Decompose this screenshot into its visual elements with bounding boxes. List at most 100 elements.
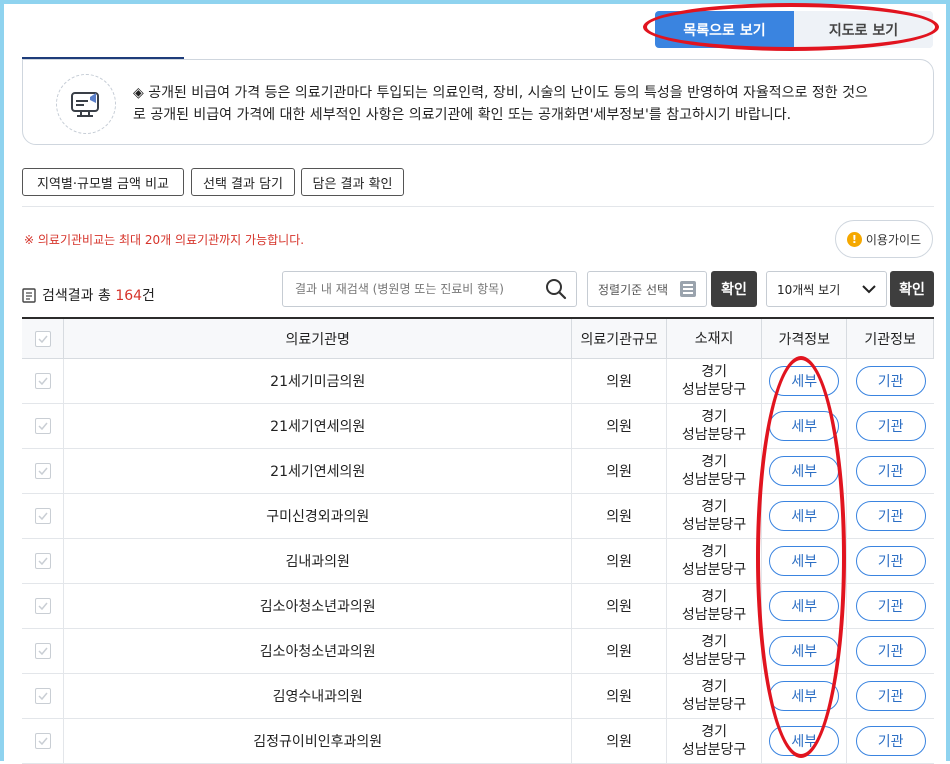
hospital-name: 21세기연세의원 <box>64 449 573 493</box>
sort-select[interactable]: 정렬기준 선택 <box>587 271 707 307</box>
row-checkbox[interactable] <box>34 373 51 389</box>
row-checkbox[interactable] <box>34 508 51 524</box>
usage-guide-label: 이용가이드 <box>865 232 922 247</box>
header-org-info: 기관정보 <box>847 319 935 358</box>
region-scale-compare-button[interactable]: 지역별·규모별 금액 비교 <box>22 168 184 196</box>
sort-confirm-button[interactable]: 확인 <box>711 271 757 307</box>
price-info-cell: 세부 <box>762 584 848 628</box>
price-info-cell: 세부 <box>762 449 848 493</box>
per-page-value: 10개씩 보기 <box>777 282 841 297</box>
select-all-checkbox[interactable] <box>34 330 51 347</box>
detail-button[interactable]: 세부 <box>769 411 840 441</box>
hospital-location-cell: 경기 성남분당구 <box>667 584 763 628</box>
results-table: 의료기관명 의료기관규모 소재지 가격정보 기관정보 21세기미금의원 의원 경기 … <box>22 317 935 764</box>
org-info-cell: 기관 <box>847 494 934 538</box>
row-select-cell <box>22 584 65 628</box>
hospital-size: 의원 <box>572 584 667 628</box>
org-info-button[interactable]: 기관 <box>855 366 926 396</box>
monitor-megaphone-icon <box>56 74 116 134</box>
detail-button[interactable]: 세부 <box>769 456 840 486</box>
row-checkbox[interactable] <box>34 643 51 659</box>
detail-button[interactable]: 세부 <box>769 366 840 396</box>
list-document-icon <box>22 287 36 303</box>
row-select-cell <box>22 404 65 448</box>
divider <box>22 206 934 207</box>
sort-select-label: 정렬기준 선택 <box>598 282 669 297</box>
table-row: 김정규이비인후과의원 의원 경기 성남분당구 세부 기관 <box>22 719 934 764</box>
row-checkbox[interactable] <box>34 733 51 749</box>
org-info-cell: 기관 <box>847 629 934 673</box>
notice-line-2: 로 공개된 비급여 가격에 대한 세부적인 사항은 의료기관에 확인 또는 공개… <box>133 107 792 123</box>
table-row: 21세기미금의원 의원 경기 성남분당구 세부 기관 <box>22 359 934 404</box>
price-info-cell: 세부 <box>762 719 848 763</box>
header-price-info: 가격정보 <box>762 319 848 358</box>
row-checkbox[interactable] <box>34 598 51 614</box>
map-view-button[interactable]: 지도로 보기 <box>794 11 933 48</box>
result-count: 검색결과 총 164건 <box>22 285 155 305</box>
org-info-cell: 기관 <box>847 404 934 448</box>
result-count-suffix: 건 <box>142 288 155 304</box>
org-info-cell: 기관 <box>847 719 934 763</box>
hospital-location-cell: 경기 성남분당구 <box>667 719 763 763</box>
search-icon[interactable] <box>544 277 568 301</box>
table-header: 의료기관명 의료기관규모 소재지 가격정보 기관정보 <box>22 319 935 359</box>
detail-button[interactable]: 세부 <box>769 546 840 576</box>
org-info-button[interactable]: 기관 <box>855 501 926 531</box>
table-row: 김내과의원 의원 경기 성남분당구 세부 기관 <box>22 539 934 584</box>
hospital-location: 경기 성남분당구 <box>681 409 747 443</box>
org-info-button[interactable]: 기관 <box>855 456 926 486</box>
detail-button[interactable]: 세부 <box>769 591 840 621</box>
org-info-cell: 기관 <box>847 359 934 403</box>
org-info-button[interactable]: 기관 <box>855 636 926 666</box>
usage-guide-button[interactable]: ! 이용가이드 <box>835 220 933 258</box>
hospital-size: 의원 <box>572 494 667 538</box>
table-row: 김소아청소년과의원 의원 경기 성남분당구 세부 기관 <box>22 584 934 629</box>
per-page-select[interactable]: 10개씩 보기 <box>766 271 887 307</box>
row-checkbox[interactable] <box>34 418 51 434</box>
add-selected-button[interactable]: 선택 결과 담기 <box>191 168 295 196</box>
hospital-size: 의원 <box>572 359 667 403</box>
row-checkbox[interactable] <box>34 688 51 704</box>
hospital-name: 김소아청소년과의원 <box>64 584 573 628</box>
detail-button[interactable]: 세부 <box>769 681 840 711</box>
row-select-cell <box>22 629 65 673</box>
row-checkbox[interactable] <box>34 463 51 479</box>
hospital-location: 경기 성남분당구 <box>681 454 747 488</box>
hospital-location: 경기 성남분당구 <box>681 364 747 398</box>
header-name: 의료기관명 <box>64 319 573 358</box>
table-row: 김영수내과의원 의원 경기 성남분당구 세부 기관 <box>22 674 934 719</box>
table-row: 21세기연세의원 의원 경기 성남분당구 세부 기관 <box>22 404 934 449</box>
org-info-button[interactable]: 기관 <box>855 726 926 756</box>
detail-button[interactable]: 세부 <box>769 726 840 756</box>
hospital-name: 구미신경외과의원 <box>64 494 573 538</box>
table-row: 김소아청소년과의원 의원 경기 성남분당구 세부 기관 <box>22 629 934 674</box>
re-search-input[interactable] <box>293 273 544 305</box>
row-select-cell <box>22 539 65 583</box>
row-checkbox[interactable] <box>34 553 51 569</box>
table-body: 21세기미금의원 의원 경기 성남분당구 세부 기관 21세기연세의원 의원 경기 성남분당구… <box>22 359 934 764</box>
hospital-location: 경기 성남분당구 <box>681 679 747 713</box>
notice-box: ◈ 공개된 비급여 가격 등은 의료기관마다 투입되는 의료인력, 장비, 시술… <box>22 59 934 145</box>
detail-button[interactable]: 세부 <box>769 501 840 531</box>
list-icon <box>680 281 696 297</box>
hospital-location: 경기 성남분당구 <box>681 634 747 668</box>
org-info-button[interactable]: 기관 <box>855 411 926 441</box>
table-row: 구미신경외과의원 의원 경기 성남분당구 세부 기관 <box>22 494 934 539</box>
row-select-cell <box>22 719 65 763</box>
hospital-name: 김정규이비인후과의원 <box>64 719 573 763</box>
per-page-confirm-button[interactable]: 확인 <box>890 271 934 307</box>
view-saved-button[interactable]: 담은 결과 확인 <box>301 168 404 196</box>
org-info-button[interactable]: 기관 <box>855 591 926 621</box>
org-info-button[interactable]: 기관 <box>855 546 926 576</box>
hospital-location-cell: 경기 성남분당구 <box>667 539 763 583</box>
hospital-size: 의원 <box>572 539 667 583</box>
price-info-cell: 세부 <box>762 359 848 403</box>
hospital-size: 의원 <box>572 404 667 448</box>
org-info-button[interactable]: 기관 <box>855 681 926 711</box>
hospital-size: 의원 <box>572 449 667 493</box>
header-select-all <box>22 319 65 358</box>
price-info-cell: 세부 <box>762 674 848 718</box>
hospital-size: 의원 <box>572 629 667 673</box>
list-view-button[interactable]: 목록으로 보기 <box>655 11 794 48</box>
detail-button[interactable]: 세부 <box>769 636 840 666</box>
